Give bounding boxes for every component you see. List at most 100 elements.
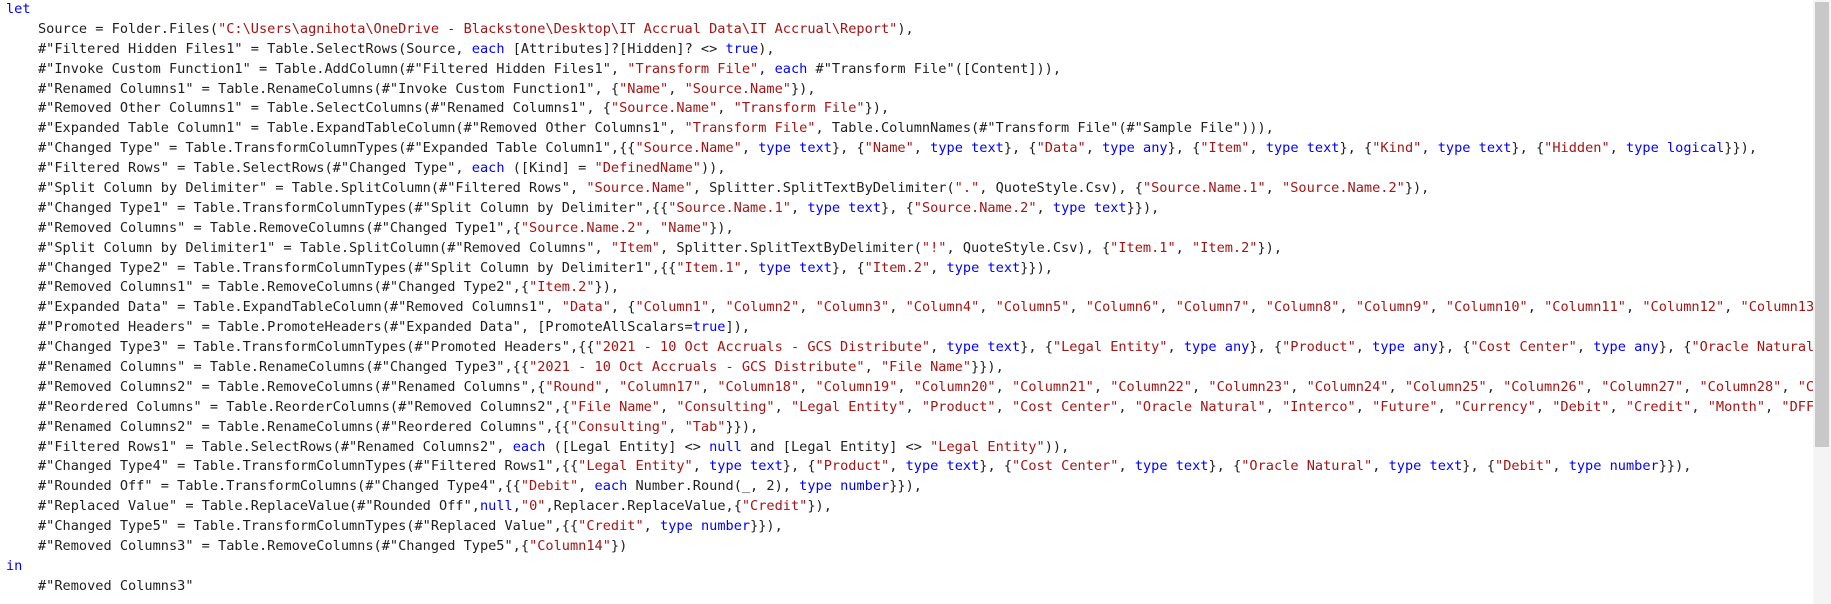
code-token: "." — [954, 180, 980, 197]
code-token: text — [799, 140, 832, 157]
code-token: text — [1478, 140, 1512, 157]
code-line: #"Removed Columns3" — [0, 577, 1813, 597]
code-token: text — [1429, 458, 1463, 475]
code-token: #"Filtered Hidden Files1" = Table.Select… — [38, 40, 472, 57]
code-token: }, { — [1511, 140, 1545, 157]
code-token: text — [1093, 199, 1127, 216]
code-token: #"Split Column by Delimiter" = Table.Spl… — [38, 180, 587, 197]
code-token: , Table.ColumnNames(#"Transform File"(#"… — [815, 120, 1274, 137]
code-token: text — [1175, 458, 1209, 475]
code-token: ]), — [725, 319, 751, 336]
code-token: }, { — [1658, 339, 1692, 356]
code-token: #"Filtered Rows" = Table.SelectRows(#"Ch… — [38, 160, 472, 177]
code-token: , — [512, 498, 521, 515]
code-line: #"Filtered Hidden Files1" = Table.Select… — [0, 40, 1813, 60]
code-token: }), — [1404, 180, 1430, 197]
code-line: #"Renamed Columns1" = Table.RenameColumn… — [0, 80, 1813, 100]
code-token: }}), — [889, 478, 922, 495]
code-line: in — [0, 557, 1813, 577]
code-token: , — [995, 378, 1012, 395]
code-token: "2021 - 10 Oct Accruals - GCS Distribute… — [594, 339, 931, 356]
code-line: #"Removed Columns3" = Table.RemoveColumn… — [0, 537, 1813, 557]
scrollbar-thumb[interactable] — [1815, 2, 1829, 447]
code-token: true — [692, 319, 726, 336]
code-token: any — [1634, 339, 1659, 356]
code-token: "Consulting" — [676, 398, 775, 415]
code-token: ([Legal Entity] <> — [545, 438, 710, 455]
code-token: , — [660, 398, 677, 415]
code-token: "Column1" — [635, 299, 710, 316]
code-line: #"Rounded Off" = Table.TransformColumns(… — [0, 477, 1813, 497]
code-token: , { — [610, 299, 636, 316]
code-token: , — [799, 299, 816, 316]
code-token: "Currency" — [1453, 398, 1536, 415]
code-token: }), — [807, 498, 832, 515]
code-token: "Source.Name.1" — [668, 199, 791, 216]
code-token: type — [660, 518, 693, 535]
code-token: , — [905, 398, 922, 415]
code-token: , — [1437, 398, 1454, 415]
code-token: #"Reordered Columns" = Table.ReorderColu… — [38, 398, 570, 415]
code-token: }), — [864, 100, 890, 117]
code-token: }), — [594, 279, 620, 296]
code-token: "Source.Name" — [586, 180, 693, 197]
code-line: #"Renamed Columns" = Table.RenameColumns… — [0, 358, 1813, 378]
code-token: type — [946, 259, 980, 276]
code-token: , — [1486, 378, 1504, 395]
code-token: , QuoteStyle.Csv), { — [979, 180, 1143, 197]
code-token: , — [790, 199, 808, 216]
code-token: "Future" — [1372, 398, 1438, 415]
code-line: #"Removed Other Columns1" = Table.Select… — [0, 99, 1813, 119]
code-token: null — [709, 438, 742, 455]
code-token: , — [643, 518, 661, 535]
code-token: }, { — [1437, 339, 1471, 356]
code-token: "Column24" — [1306, 378, 1389, 395]
code-line: #"Filtered Rows1" = Table.SelectRows(#"R… — [0, 438, 1813, 458]
code-token: #"Replaced Value" = Table.ReplaceValue(#… — [38, 498, 480, 515]
code-token: "Tab" — [684, 418, 726, 435]
code-token: type — [709, 458, 742, 475]
code-token: "Source.Name.1" — [1142, 180, 1266, 197]
code-token: , — [979, 299, 996, 316]
code-token: text — [971, 140, 1004, 157]
code-token: number — [1609, 458, 1659, 475]
code-token: , — [1159, 299, 1176, 316]
vertical-scrollbar[interactable] — [1813, 0, 1831, 604]
code-token: }, { — [1208, 458, 1242, 475]
code-token: )), — [1044, 438, 1070, 455]
code-token: "Product" — [815, 458, 890, 475]
code-token: #"Invoke Custom Function1" = Table.AddCo… — [38, 60, 628, 77]
code-token: type — [1626, 140, 1659, 157]
code-token: "Source.Name" — [610, 100, 718, 117]
code-token: "Column22" — [1110, 378, 1193, 395]
code-token: "Source.Name.2" — [913, 199, 1037, 216]
code-token: #"Split Column by Delimiter1" = Table.Sp… — [38, 239, 611, 256]
code-token: type — [1134, 458, 1168, 475]
code-token: , QuoteStyle.Csv), { — [946, 239, 1111, 256]
code-token: , — [1683, 378, 1700, 395]
code-token: "!" — [921, 239, 947, 256]
code-token: }, { — [1003, 140, 1037, 157]
code-token: #"Rounded Off" = Table.TransformColumns(… — [38, 478, 521, 495]
code-token: "Transform File" — [627, 60, 759, 77]
code-token: each — [774, 60, 808, 77]
code-token: "0" — [520, 498, 546, 515]
code-line: #"Expanded Table Column1" = Table.Expand… — [0, 119, 1813, 139]
code-line: #"Renamed Columns2" = Table.RenameColumn… — [0, 418, 1813, 438]
code-token: "Column3" — [815, 299, 890, 316]
code-token: "Legal Entity" — [578, 458, 693, 475]
code-token: each — [471, 40, 505, 57]
code-token: , — [864, 359, 881, 376]
code-token: , — [602, 378, 620, 395]
code-token: }) — [610, 538, 628, 555]
code-line: Source = Folder.Files("C:\Users\agnihota… — [0, 20, 1813, 40]
code-token: "Source.Name" — [684, 80, 791, 97]
code-token: "Column26" — [1503, 378, 1585, 395]
code-token: , — [930, 259, 947, 276]
code-token: "Column28" — [1699, 378, 1782, 395]
code-token: Source = Folder.Files( — [38, 20, 219, 37]
code-editor[interactable]: let Source = Folder.Files("C:\Users\agnih… — [0, 0, 1813, 604]
